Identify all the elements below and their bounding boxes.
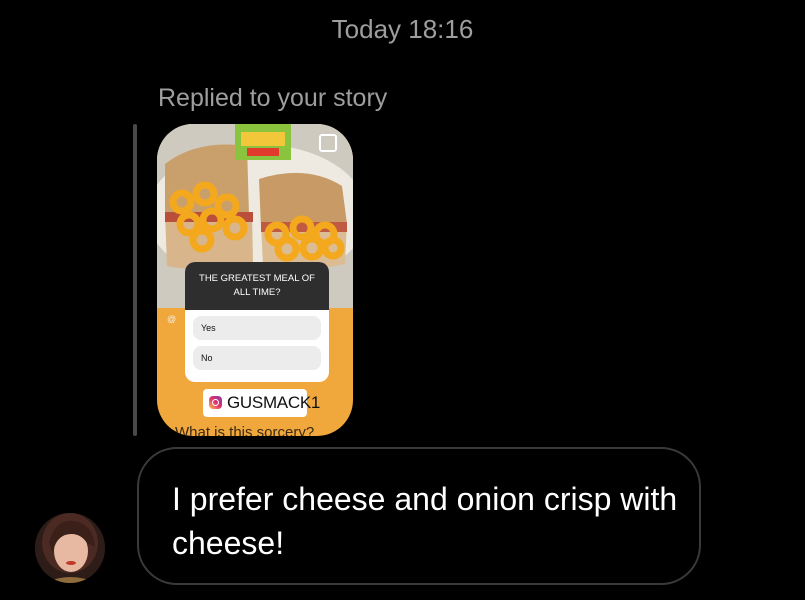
replied-to-story-label: Replied to your story [158, 84, 388, 112]
poll-option-yes: Yes [193, 316, 321, 340]
mention-prefix: @ [167, 314, 177, 324]
story-preview[interactable]: @ THE GREATEST MEAL OF ALL TIME? Yes No … [157, 124, 353, 436]
poll-question: THE GREATEST MEAL OF ALL TIME? [185, 262, 329, 310]
story-caption: What is this sorcery? [175, 424, 315, 436]
message-text: I prefer cheese and onion crisp with che… [172, 481, 678, 561]
timestamp: Today 18:16 [331, 14, 474, 44]
story-multi-icon [319, 134, 337, 152]
avatar[interactable] [35, 513, 105, 583]
message-bubble[interactable]: I prefer cheese and onion crisp with che… [137, 447, 701, 585]
poll-option-no: No [193, 346, 321, 370]
instagram-icon [209, 396, 222, 409]
quote-bar [133, 124, 137, 436]
poll-sticker: THE GREATEST MEAL OF ALL TIME? Yes No [185, 262, 329, 382]
mention-username: GUSMACK1 [227, 393, 321, 412]
mention-sticker: GUSMACK1 [203, 389, 320, 417]
